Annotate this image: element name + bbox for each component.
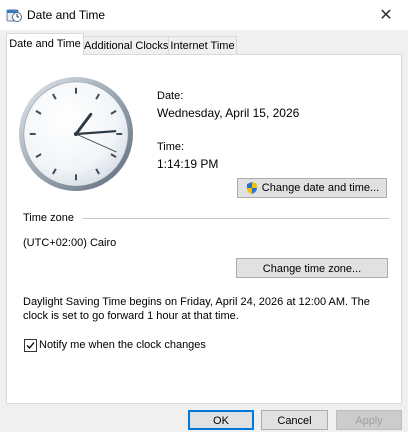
ok-button[interactable]: OK: [188, 410, 254, 430]
uac-shield-icon: [246, 182, 257, 194]
time-label: Time:: [157, 141, 185, 153]
notify-checkbox[interactable]: [24, 339, 37, 352]
title-bar: Date and Time ✕: [0, 0, 408, 30]
dst-message: Daylight Saving Time begins on Friday, A…: [23, 296, 370, 322]
time-value: 1:14:19 PM: [157, 157, 219, 171]
checkmark-icon: [26, 342, 35, 349]
change-timezone-button[interactable]: Change time zone...: [236, 258, 388, 278]
tab-additional-clocks[interactable]: Additional Clocks: [83, 36, 169, 55]
cancel-button[interactable]: Cancel: [261, 410, 328, 430]
change-date-time-label: Change date and time...: [261, 182, 380, 194]
apply-button[interactable]: Apply: [336, 410, 402, 430]
close-button[interactable]: ✕: [364, 0, 408, 30]
date-time-app-icon: [6, 9, 22, 22]
analog-clock: [18, 76, 134, 192]
date-label: Date:: [157, 90, 184, 102]
date-value: Wednesday, April 15, 2026: [157, 106, 300, 120]
tab-panel: Date: Wednesday, April 15, 2026 Time: 1:…: [6, 54, 402, 404]
timezone-value: (UTC+02:00) Cairo: [23, 237, 117, 249]
change-date-time-button[interactable]: Change date and time...: [237, 178, 387, 198]
timezone-group-divider: [83, 218, 389, 219]
tab-internet-time[interactable]: Internet Time: [168, 36, 237, 55]
window-title: Date and Time: [27, 8, 106, 22]
notify-label[interactable]: Notify me when the clock changes: [39, 339, 206, 351]
tab-date-and-time[interactable]: Date and Time: [6, 33, 84, 55]
close-icon: ✕: [379, 7, 393, 24]
timezone-group-label: Time zone: [23, 212, 74, 224]
